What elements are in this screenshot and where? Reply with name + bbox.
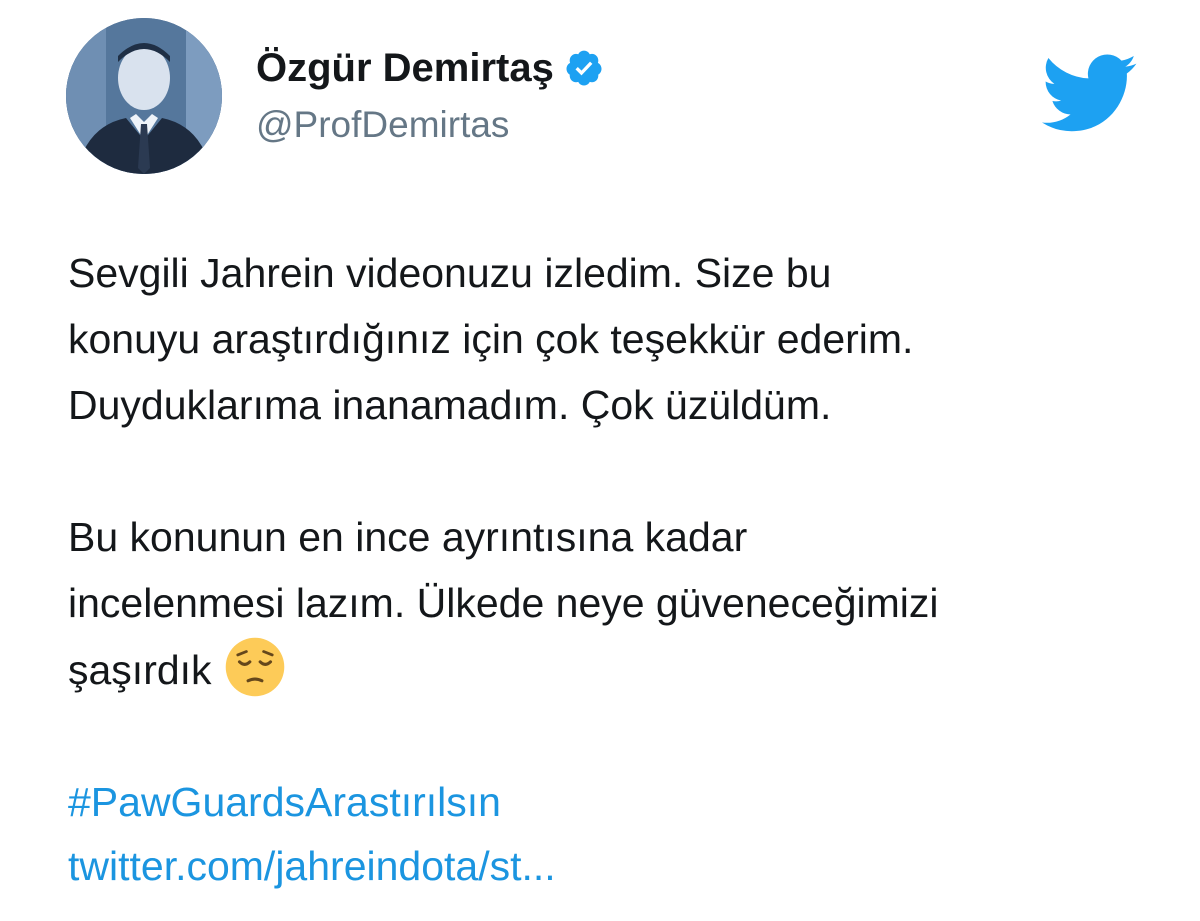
hashtag-link[interactable]: #PawGuardsArastırılsın xyxy=(68,770,556,834)
display-name-row: Özgür Demirtaş xyxy=(256,38,604,98)
verified-badge-icon xyxy=(566,50,602,86)
url-link[interactable]: twitter.com/jahreindota/st... xyxy=(68,834,556,898)
avatar[interactable] xyxy=(66,18,222,174)
pensive-face-emoji xyxy=(225,637,284,697)
tweet-line-with-emoji: şaşırdık xyxy=(68,636,1168,703)
twitter-bird-icon xyxy=(1042,54,1137,132)
display-name[interactable]: Özgür Demirtaş xyxy=(256,46,554,91)
tweet-line: Duyduklarıma inanamadım. Çok üzüldüm. xyxy=(68,382,832,428)
profile-photo xyxy=(66,18,222,174)
tweet-line: Bu konunun en ince ayrıntısına kadar xyxy=(68,514,748,560)
tweet-text: Sevgili Jahrein videonuzu izledim. Size … xyxy=(68,240,1168,703)
tweet-line: incelenmesi lazım. Ülkede neye güveneceğ… xyxy=(68,580,939,626)
tweet-line: konuyu araştırdığınız için çok teşekkür … xyxy=(68,316,914,362)
user-handle[interactable]: @ProfDemirtas xyxy=(256,104,509,146)
tweet-line: Sevgili Jahrein videonuzu izledim. Size … xyxy=(68,250,832,296)
tweet-line: şaşırdık xyxy=(68,647,212,693)
tweet-links: #PawGuardsArastırılsın twitter.com/jahre… xyxy=(68,770,556,898)
